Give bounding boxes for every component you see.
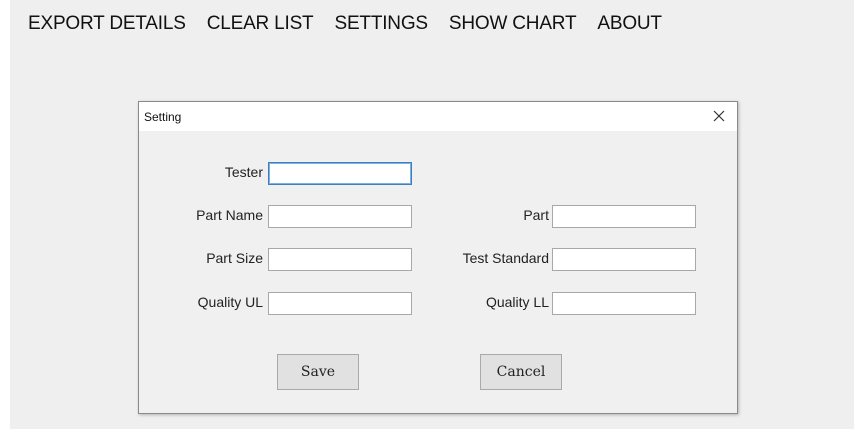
- menu-item-settings[interactable]: SETTINGS: [334, 11, 428, 37]
- dialog-title: Setting: [144, 110, 182, 124]
- part-input[interactable]: [552, 205, 696, 228]
- menu-item-show-chart[interactable]: SHOW CHART: [449, 11, 577, 37]
- part-name-input[interactable]: [268, 205, 412, 228]
- quality-ll-label: Quality LL: [485, 294, 549, 310]
- setting-dialog: Setting Tester Part Name Part Part Size …: [138, 101, 738, 414]
- tester-label: Tester: [224, 164, 263, 180]
- test-standard-label: Test Standard: [462, 250, 549, 266]
- part-size-input[interactable]: [268, 248, 412, 271]
- quality-ll-input[interactable]: [552, 292, 696, 315]
- menu-item-clear-list[interactable]: CLEAR LIST: [207, 11, 314, 37]
- tester-input[interactable]: [268, 162, 412, 185]
- quality-ul-label: Quality UL: [197, 294, 263, 310]
- part-label: Part: [523, 207, 549, 223]
- test-standard-input[interactable]: [552, 248, 696, 271]
- quality-ul-input[interactable]: [268, 292, 412, 315]
- cancel-button[interactable]: Cancel: [480, 354, 562, 390]
- menu-bar: EXPORT DETAILS CLEAR LIST SETTINGS SHOW …: [28, 11, 662, 37]
- close-icon[interactable]: [711, 108, 727, 124]
- part-size-label: Part Size: [206, 250, 263, 266]
- part-name-label: Part Name: [196, 207, 263, 223]
- menu-item-export-details[interactable]: EXPORT DETAILS: [28, 11, 186, 37]
- dialog-titlebar[interactable]: Setting: [139, 102, 737, 131]
- save-button[interactable]: Save: [277, 354, 359, 390]
- menu-item-about[interactable]: ABOUT: [597, 11, 662, 37]
